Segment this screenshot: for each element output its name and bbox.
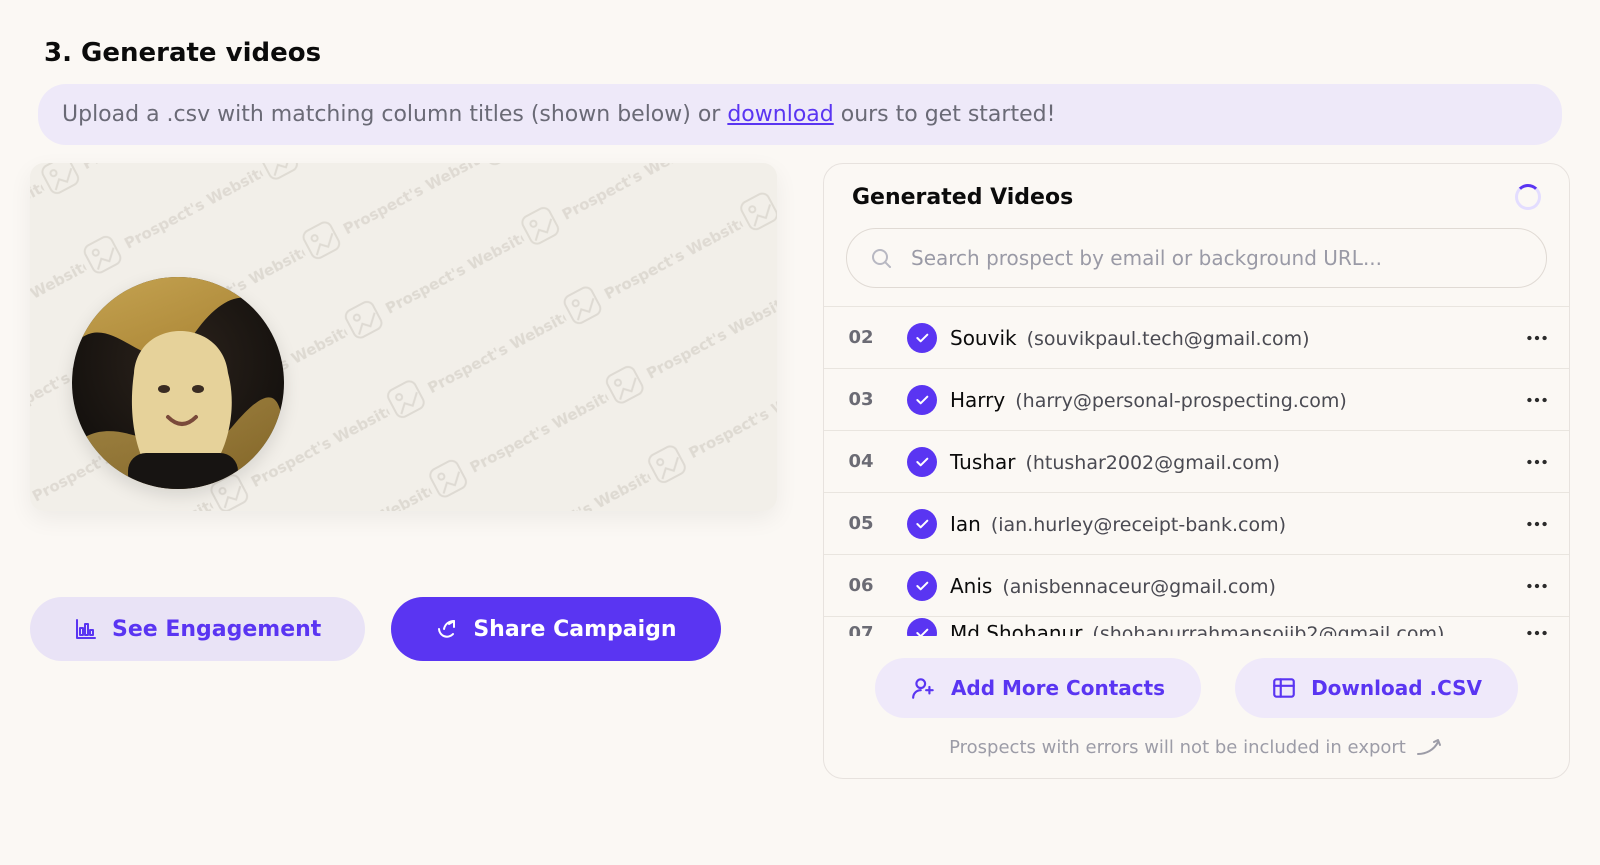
share-campaign-label: Share Campaign <box>473 617 676 642</box>
row-status <box>894 618 950 636</box>
row-prospect: Md Shohanur (shohanurrahmansojib2@gmail.c… <box>950 621 1509 636</box>
preview-card: Prospect's Website <box>30 163 777 511</box>
add-more-contacts-button[interactable]: Add More Contacts <box>875 658 1201 718</box>
generated-videos-title: Generated Videos <box>852 185 1073 210</box>
table-row[interactable]: 06 Anis (anisbennaceur@gmail.com) <box>824 555 1569 617</box>
row-more-button[interactable] <box>1509 510 1565 538</box>
download-template-link[interactable]: download <box>727 102 833 127</box>
table-row[interactable]: 05 Ian (ian.hurley@receipt-bank.com) <box>824 493 1569 555</box>
row-email: (harry@personal-prospecting.com) <box>1015 390 1347 412</box>
row-email: (anisbennaceur@gmail.com) <box>1002 576 1276 598</box>
search-input[interactable] <box>909 245 1524 271</box>
more-horizontal-icon <box>1524 620 1550 636</box>
row-name: Md Shohanur <box>950 621 1082 636</box>
row-more-button[interactable] <box>1509 324 1565 352</box>
download-csv-button[interactable]: Download .CSV <box>1235 658 1518 718</box>
row-more-button[interactable] <box>1509 386 1565 414</box>
search-input-wrap[interactable] <box>846 228 1547 288</box>
more-horizontal-icon <box>1524 449 1550 475</box>
table-row[interactable]: 04 Tushar (htushar2002@gmail.com) <box>824 431 1569 493</box>
row-status <box>894 509 950 539</box>
user-plus-icon <box>911 675 937 701</box>
row-status <box>894 447 950 477</box>
table-row[interactable]: 03 Harry (harry@personal-prospecting.com) <box>824 369 1569 431</box>
download-csv-label: Download .CSV <box>1311 676 1482 700</box>
row-email: (shohanurrahmansojib2@gmail.com) <box>1092 623 1444 636</box>
search-icon <box>869 246 893 270</box>
check-icon <box>907 509 937 539</box>
check-icon <box>907 447 937 477</box>
more-horizontal-icon <box>1524 573 1550 599</box>
table-row[interactable]: 02 Souvik (souvikpaul.tech@gmail.com) <box>824 307 1569 369</box>
row-number: 05 <box>828 513 894 534</box>
row-email: (htushar2002@gmail.com) <box>1025 452 1280 474</box>
row-prospect: Ian (ian.hurley@receipt-bank.com) <box>950 512 1509 536</box>
check-icon <box>907 571 937 601</box>
bar-chart-icon <box>74 617 98 641</box>
row-name: Ian <box>950 512 981 536</box>
prospects-list: 02 Souvik (souvikpaul.tech@gmail.com) 03 Har… <box>824 306 1569 636</box>
row-more-button[interactable] <box>1509 619 1565 636</box>
row-email: (souvikpaul.tech@gmail.com) <box>1027 328 1310 350</box>
banner: Upload a .csv with matching column title… <box>38 84 1562 145</box>
row-number: 02 <box>828 327 894 348</box>
banner-suffix: ours to get started! <box>841 102 1056 127</box>
see-engagement-label: See Engagement <box>112 617 321 642</box>
share-icon <box>435 617 459 641</box>
section-title: 3. Generate videos <box>44 38 1580 68</box>
row-status <box>894 385 950 415</box>
curved-arrow-icon <box>1416 736 1444 758</box>
check-icon <box>907 323 937 353</box>
check-icon <box>907 385 937 415</box>
row-prospect: Tushar (htushar2002@gmail.com) <box>950 450 1509 474</box>
row-status <box>894 571 950 601</box>
export-note: Prospects with errors will not be includ… <box>824 726 1569 778</box>
export-note-text: Prospects with errors will not be includ… <box>949 737 1406 758</box>
loading-spinner-icon <box>1515 184 1541 210</box>
row-name: Anis <box>950 574 992 598</box>
row-more-button[interactable] <box>1509 448 1565 476</box>
row-status <box>894 323 950 353</box>
row-name: Harry <box>950 388 1005 412</box>
presenter-avatar <box>72 277 284 489</box>
row-more-button[interactable] <box>1509 572 1565 600</box>
more-horizontal-icon <box>1524 511 1550 537</box>
more-horizontal-icon <box>1524 387 1550 413</box>
row-number: 03 <box>828 389 894 410</box>
row-prospect: Harry (harry@personal-prospecting.com) <box>950 388 1509 412</box>
row-email: (ian.hurley@receipt-bank.com) <box>991 514 1286 536</box>
row-prospect: Souvik (souvikpaul.tech@gmail.com) <box>950 326 1509 350</box>
banner-prefix: Upload a .csv with matching column title… <box>62 102 727 127</box>
see-engagement-button[interactable]: See Engagement <box>30 597 365 661</box>
row-name: Souvik <box>950 326 1017 350</box>
table-row[interactable]: 07 Md Shohanur (shohanurrahmansojib2@gmail… <box>824 617 1569 636</box>
row-number: 06 <box>828 575 894 596</box>
row-number: 07 <box>828 623 894 637</box>
row-name: Tushar <box>950 450 1015 474</box>
more-horizontal-icon <box>1524 325 1550 351</box>
share-campaign-button[interactable]: Share Campaign <box>391 597 720 661</box>
row-prospect: Anis (anisbennaceur@gmail.com) <box>950 574 1509 598</box>
row-number: 04 <box>828 451 894 472</box>
generated-videos-card: Generated Videos 02 Souvik (souvikpaul.tec… <box>823 163 1570 779</box>
check-icon <box>907 618 937 636</box>
add-more-contacts-label: Add More Contacts <box>951 676 1165 700</box>
table-icon <box>1271 675 1297 701</box>
